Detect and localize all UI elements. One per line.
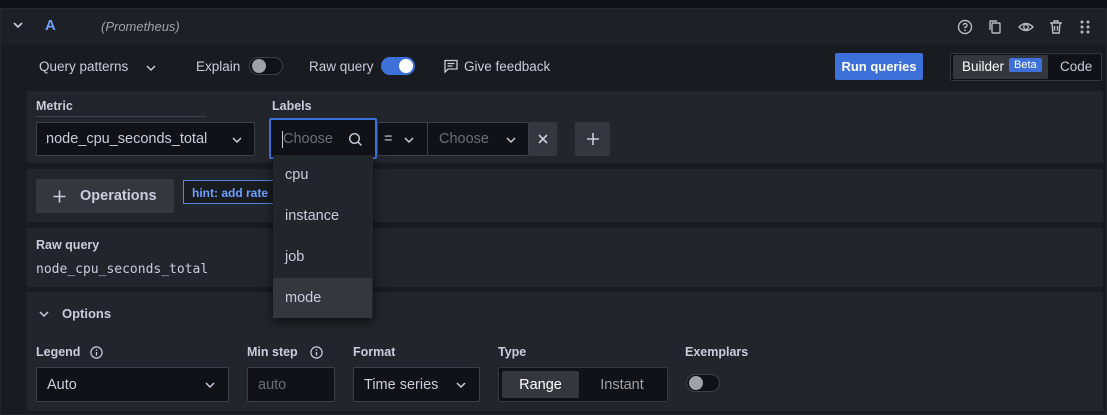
chevron-down-icon[interactable] bbox=[231, 134, 243, 146]
raw-query-section bbox=[27, 228, 1103, 287]
hint-add-rate-button[interactable]: hint: add rate bbox=[183, 180, 283, 204]
metric-label: Metric bbox=[36, 99, 73, 113]
chevron-down-icon[interactable] bbox=[145, 62, 157, 74]
legend-select-value: Auto bbox=[47, 376, 77, 393]
explain-toggle[interactable] bbox=[249, 57, 283, 75]
datasource-name: (Prometheus) bbox=[101, 19, 180, 34]
label-value-placeholder: Choose bbox=[439, 131, 489, 147]
help-circle-icon[interactable] bbox=[956, 18, 974, 36]
dropdown-option-job[interactable]: job bbox=[273, 237, 373, 277]
trash-icon[interactable] bbox=[1047, 18, 1065, 36]
label-key-dropdown-menu: cpu instance job mode bbox=[273, 155, 373, 318]
chevron-down-icon[interactable] bbox=[204, 379, 216, 391]
add-label-button[interactable] bbox=[575, 122, 610, 156]
chevron-down-icon[interactable] bbox=[505, 134, 517, 146]
plus-icon bbox=[53, 190, 66, 203]
raw-query-text: node_cpu_seconds_total bbox=[36, 262, 209, 277]
legend-select[interactable]: Auto bbox=[36, 367, 229, 402]
options-title[interactable]: Options bbox=[62, 306, 111, 321]
metric-label-underline bbox=[36, 116, 206, 117]
metric-select-value: node_cpu_seconds_total bbox=[46, 131, 208, 147]
raw-query-toggle[interactable] bbox=[381, 57, 415, 75]
eye-icon[interactable] bbox=[1017, 18, 1035, 36]
format-select-value: Time series bbox=[364, 376, 439, 393]
chevron-down-icon[interactable] bbox=[403, 134, 415, 146]
beta-badge: Beta bbox=[1009, 58, 1042, 72]
chevron-down-icon[interactable] bbox=[38, 308, 50, 320]
label-key-placeholder: Choose bbox=[283, 130, 333, 147]
raw-query-label: Raw query bbox=[309, 59, 374, 74]
chevron-down-icon[interactable] bbox=[455, 379, 467, 391]
copy-icon[interactable] bbox=[986, 18, 1004, 36]
min-step-label: Min step bbox=[247, 345, 298, 359]
dropdown-option-cpu[interactable]: cpu bbox=[273, 155, 373, 195]
min-step-input[interactable]: auto bbox=[247, 367, 335, 402]
give-feedback-link[interactable]: Give feedback bbox=[464, 59, 550, 74]
explain-label: Explain bbox=[196, 59, 241, 74]
raw-query-title: Raw query bbox=[36, 238, 100, 252]
operations-button[interactable]: Operations bbox=[36, 179, 174, 213]
query-patterns-dropdown-label[interactable]: Query patterns bbox=[39, 59, 128, 74]
min-step-placeholder: auto bbox=[258, 376, 287, 393]
drag-handle-icon[interactable] bbox=[1076, 18, 1094, 36]
type-label: Type bbox=[498, 345, 527, 359]
type-instant-option[interactable]: Instant bbox=[583, 371, 661, 398]
legend-label: Legend bbox=[36, 345, 81, 359]
exemplars-label: Exemplars bbox=[685, 345, 749, 359]
comment-icon[interactable] bbox=[443, 58, 459, 74]
exemplars-toggle[interactable] bbox=[686, 374, 720, 392]
info-circle-icon[interactable] bbox=[90, 346, 103, 359]
operations-button-label: Operations bbox=[80, 188, 157, 204]
run-queries-button[interactable]: Run queries bbox=[835, 53, 923, 80]
text-cursor bbox=[282, 131, 283, 148]
dropdown-option-mode[interactable]: mode bbox=[273, 278, 372, 318]
type-range-option[interactable]: Range bbox=[502, 371, 579, 398]
format-label: Format bbox=[353, 345, 396, 359]
builder-mode-label: Builder bbox=[962, 59, 1005, 74]
label-operator-value: = bbox=[384, 131, 393, 147]
info-circle-icon[interactable] bbox=[310, 346, 323, 359]
plus-icon bbox=[586, 132, 600, 146]
code-mode-tab[interactable]: Code bbox=[1060, 59, 1092, 74]
close-icon bbox=[537, 133, 549, 145]
search-icon bbox=[348, 132, 363, 147]
dropdown-option-instance[interactable]: instance bbox=[273, 196, 373, 236]
labels-label: Labels bbox=[272, 99, 312, 113]
collapse-chevron-icon[interactable] bbox=[12, 19, 24, 31]
remove-label-button[interactable] bbox=[529, 122, 557, 156]
query-name[interactable]: A bbox=[45, 17, 56, 34]
metric-select[interactable]: node_cpu_seconds_total bbox=[36, 122, 255, 156]
